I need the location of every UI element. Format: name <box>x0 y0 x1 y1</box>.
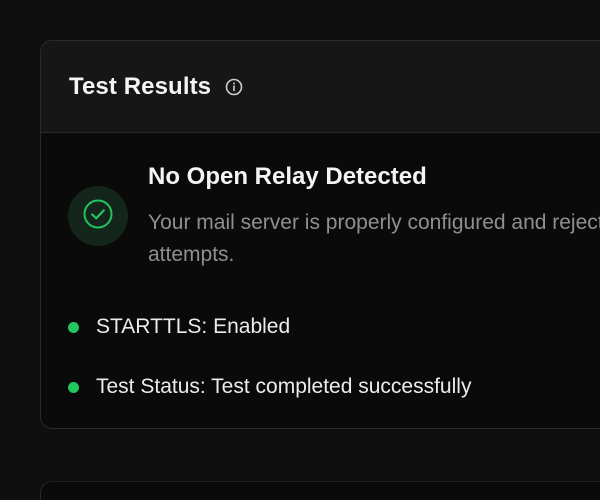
next-card <box>40 481 600 500</box>
detail-label: STARTTLS: Enabled <box>96 315 291 338</box>
card-body: No Open Relay Detected Your mail server … <box>41 133 600 428</box>
detail-label: Test Status: Test completed successfully <box>96 375 472 398</box>
page: Test Results No Open Relay Detected Your… <box>0 0 600 500</box>
test-results-card: Test Results No Open Relay Detected Your… <box>40 40 600 429</box>
card-header: Test Results <box>41 41 600 133</box>
result-title: No Open Relay Detected <box>148 163 427 190</box>
result-description: Your mail server is properly configured … <box>148 211 600 266</box>
detail-item-starttls: STARTTLS: Enabled <box>68 315 290 339</box>
status-icon-wrap <box>68 186 128 246</box>
check-circle-icon <box>82 198 114 235</box>
status-dot-icon <box>68 321 79 333</box>
card-title: Test Results <box>69 72 212 100</box>
status-dot-icon <box>68 381 79 393</box>
detail-item-test-status: Test Status: Test completed successfully <box>68 375 471 399</box>
info-icon[interactable] <box>225 78 243 96</box>
